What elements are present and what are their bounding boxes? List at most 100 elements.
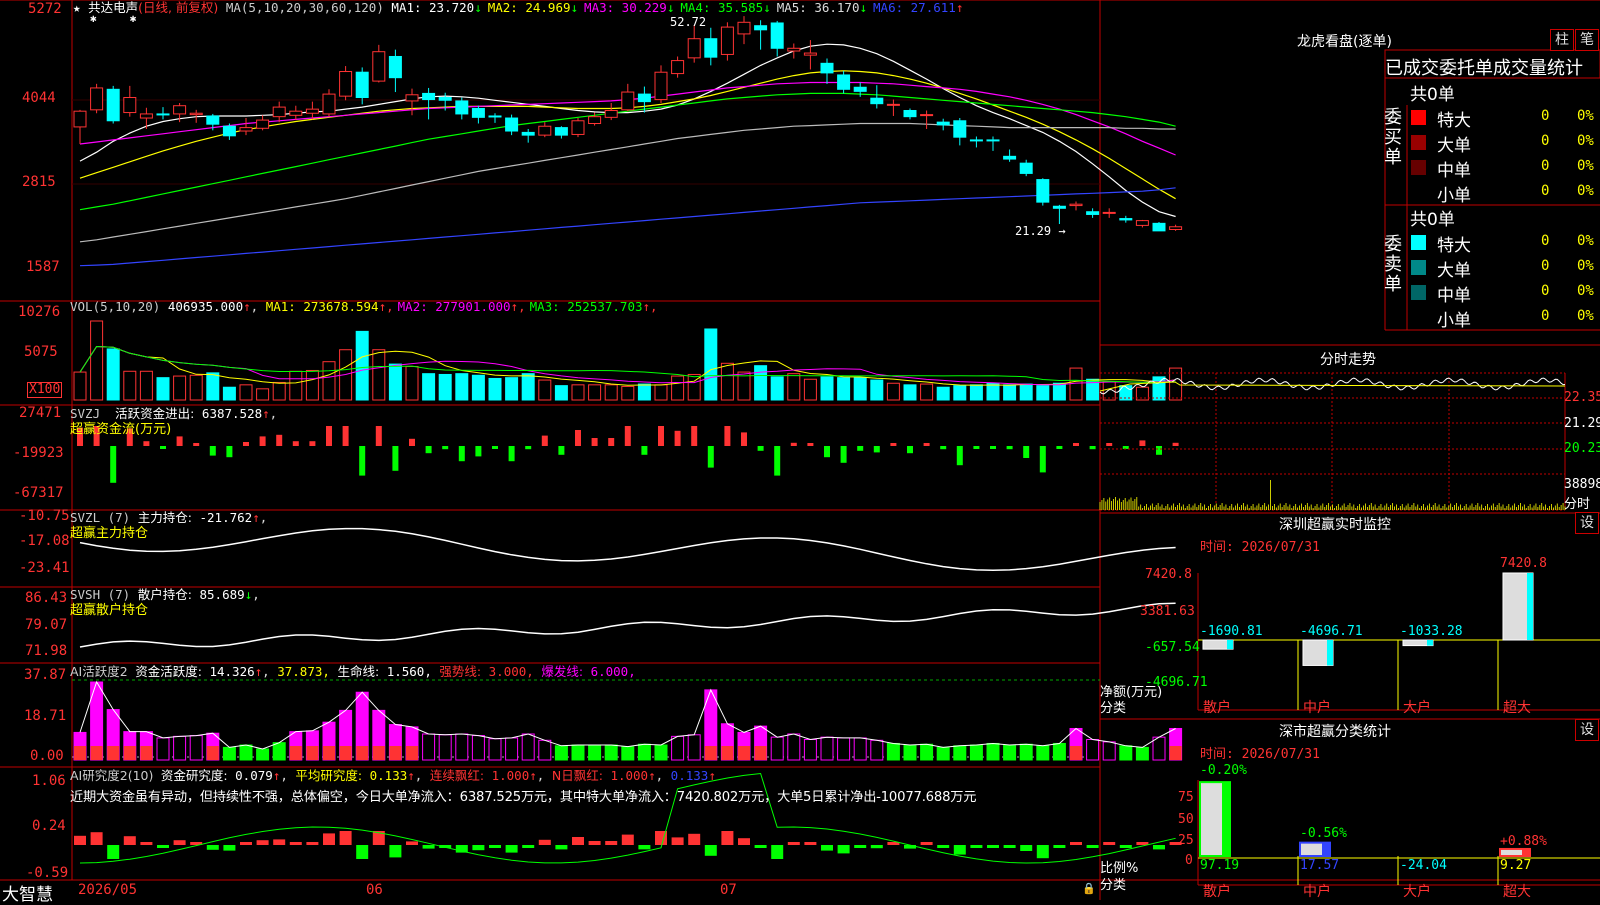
ai-research-bar xyxy=(854,845,867,848)
class-stat-chart xyxy=(1197,780,1600,886)
svzj-bar xyxy=(940,446,947,450)
marker-icons: ✱ ✱ xyxy=(90,12,137,25)
period-note: (日线, 前复权) xyxy=(138,0,219,15)
order-row-label: 小单 xyxy=(1437,186,1471,206)
ai-active-bar xyxy=(953,745,967,761)
candle-body xyxy=(953,120,967,138)
ai-active-bar xyxy=(837,737,851,761)
ai-research-bar xyxy=(688,833,701,845)
ai-research-bar xyxy=(787,842,800,845)
ai-active-bar xyxy=(1102,741,1116,761)
candle-body xyxy=(239,127,253,132)
ai-active-base xyxy=(206,746,219,760)
order-row-pct: 0% xyxy=(1577,108,1594,124)
ai-research-bar xyxy=(240,842,252,845)
ai-research-bar xyxy=(406,841,418,845)
candle-body xyxy=(90,87,104,111)
candle-body xyxy=(803,52,817,56)
class-xlabel: 分类 xyxy=(1100,878,1127,893)
tick-view-button[interactable]: 笔 xyxy=(1575,29,1599,51)
svzj-bar xyxy=(1156,446,1162,455)
class-bottom-value: 9.27 xyxy=(1500,858,1532,873)
svzj-bar xyxy=(907,446,913,454)
intraday-title: 分时走势 xyxy=(1320,352,1376,368)
candle-body xyxy=(289,110,303,116)
volume-bar xyxy=(870,379,884,401)
sell-total: 共0单 xyxy=(1410,210,1455,230)
order-row-count: 0 xyxy=(1541,183,1550,199)
volume-bar xyxy=(754,365,768,401)
svzj-bar xyxy=(658,426,664,446)
volume-bar xyxy=(1135,386,1149,401)
volume-bar xyxy=(405,365,419,401)
candle-body xyxy=(339,71,353,97)
svzj-bar xyxy=(176,436,183,446)
class-settings-button[interactable]: 设 xyxy=(1575,719,1599,741)
ai-active-base xyxy=(90,746,103,760)
vol-y-label: 5075 xyxy=(24,344,58,360)
svzj-bar xyxy=(674,430,681,446)
volume-bar xyxy=(239,384,253,401)
monitor-bar-edge xyxy=(1227,640,1233,650)
ai-active-bar xyxy=(637,743,651,761)
order-row-pct: 0% xyxy=(1577,308,1594,324)
candlestick-series[interactable] xyxy=(73,16,1183,232)
ai-research-y-label: -0.59 xyxy=(26,865,69,881)
ma-line-ma6 xyxy=(79,187,1176,267)
star-icon[interactable]: ★ xyxy=(73,0,81,15)
candle-body xyxy=(787,47,801,52)
candle-body xyxy=(206,115,220,125)
ai-active-header: AI活跃度2 资金活跃度: 14.326↑, 37.873, 生命线: 1.56… xyxy=(70,664,636,679)
volume-bars[interactable] xyxy=(73,320,1183,401)
ai-research-bar xyxy=(721,831,734,845)
class-y-label: 50 xyxy=(1178,812,1194,827)
ai-active-bar xyxy=(886,742,900,761)
candle-body xyxy=(621,91,635,111)
high-price-label: 52.72 xyxy=(670,15,707,29)
volume-bar xyxy=(886,382,900,401)
volume-bar xyxy=(305,369,319,401)
ai-research-bar xyxy=(704,845,717,856)
ai-research-bar xyxy=(1053,845,1066,848)
svzj-bar xyxy=(857,446,864,451)
svzj-bar xyxy=(342,426,349,446)
volume-bar xyxy=(837,377,851,401)
ai-research-bar xyxy=(90,832,103,845)
ai-active-base xyxy=(754,746,767,760)
monitor-settings-button[interactable]: 设 xyxy=(1575,512,1599,534)
ai-active-bar xyxy=(1086,739,1100,761)
svzj-bar xyxy=(1073,443,1079,446)
svzj-bar xyxy=(160,446,166,449)
candle-body xyxy=(173,105,187,115)
price-gridlines xyxy=(72,99,1100,185)
class-bar-edge xyxy=(1522,848,1530,856)
sell-side-label: 委卖单 xyxy=(1384,234,1402,295)
volume-bar xyxy=(803,378,817,401)
svzj-bar xyxy=(276,434,283,446)
svzj-bar xyxy=(774,446,781,476)
vol-unit-badge[interactable]: X100 xyxy=(27,382,63,398)
volume-bar xyxy=(770,376,784,401)
candle-body xyxy=(73,110,87,128)
candle-body xyxy=(588,116,602,125)
volume-bar xyxy=(521,373,535,401)
ai-active-bar xyxy=(936,746,950,761)
ai-active-base xyxy=(372,746,385,760)
ai-active-bar xyxy=(870,739,884,761)
monitor-title: 深圳超赢实时监控 xyxy=(1279,517,1391,533)
candle-body xyxy=(637,93,651,103)
svsh-y-label: 79.07 xyxy=(25,617,68,633)
candle-body xyxy=(704,38,718,58)
class-time: 时间: 2026/07/31 xyxy=(1200,747,1320,762)
ai-active-base xyxy=(406,746,418,760)
order-row-label: 小单 xyxy=(1437,311,1471,331)
order-row-swatch xyxy=(1411,160,1426,175)
ai-research-bar xyxy=(306,842,319,845)
ai-research-bar xyxy=(472,845,485,851)
svzj-bar xyxy=(226,446,233,458)
software-name[interactable]: 大智慧 xyxy=(2,880,53,905)
bar-view-button[interactable]: 柱 xyxy=(1550,29,1574,51)
svzj-bar xyxy=(326,426,332,446)
lock-icon[interactable]: 🔒 xyxy=(1082,882,1096,895)
ai-research-bar xyxy=(754,845,767,848)
